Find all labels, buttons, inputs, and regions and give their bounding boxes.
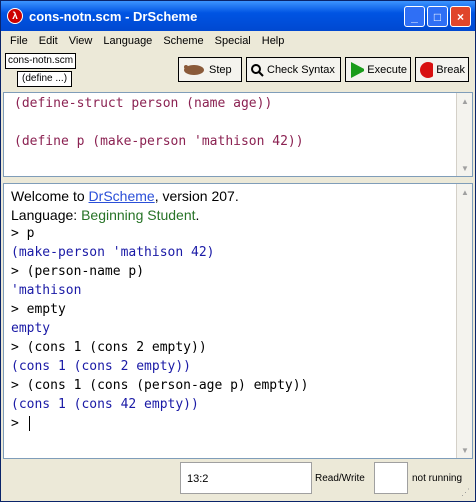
repl-input: > (cons 1 (cons (person-age p) empty)) <box>11 378 309 393</box>
running-status: not running <box>412 473 463 484</box>
repl-output: (cons 1 (cons 2 empty)) <box>11 359 192 374</box>
break-button[interactable]: Break <box>415 57 469 82</box>
repl-scrollbar[interactable]: ▲ ▼ <box>456 184 472 458</box>
repl-input: > p <box>11 226 35 241</box>
file-name-button[interactable]: cons-notn.scm <box>5 53 77 69</box>
check-syntax-label: Check Syntax <box>267 63 335 76</box>
step-label: Step <box>209 63 232 76</box>
resize-grip-icon[interactable]: ⋰ <box>461 487 473 499</box>
toolbar: cons-notn.scm (define ...) Step Check Sy… <box>1 51 475 89</box>
scroll-down-icon[interactable]: ▼ <box>457 160 473 176</box>
repl-output: empty <box>11 321 51 336</box>
play-arrow-icon <box>351 61 365 78</box>
definitions-editor[interactable]: (define-struct person (name age)) (defin… <box>3 92 473 177</box>
menu-special[interactable]: Special <box>210 35 257 47</box>
language-line: Language: Beginning Student. <box>11 207 200 223</box>
menu-language[interactable]: Language <box>98 35 158 47</box>
code-line: (define-struct person (name age)) <box>14 96 273 111</box>
repl-output: (make-person 'mathison 42) <box>11 245 215 260</box>
read-write-status: Read/Write <box>315 473 365 484</box>
repl-output: 'mathison <box>11 283 82 298</box>
scroll-down-icon[interactable]: ▼ <box>457 442 473 458</box>
menu-edit[interactable]: Edit <box>34 35 64 47</box>
magnifier-icon <box>251 63 264 77</box>
menu-file[interactable]: File <box>5 35 34 47</box>
step-button[interactable]: Step <box>178 57 242 82</box>
welcome-line: Welcome to DrScheme, version 207. <box>11 188 239 204</box>
title-bar: λ cons-notn.scm - DrScheme _ □ × <box>1 1 475 31</box>
footprint-icon <box>184 64 204 75</box>
execute-button[interactable]: Execute <box>345 57 411 82</box>
repl-prompt[interactable]: > <box>11 416 38 431</box>
editor-scrollbar[interactable]: ▲ ▼ <box>456 93 472 176</box>
drscheme-window: λ cons-notn.scm - DrScheme _ □ × File Ed… <box>0 0 476 502</box>
minimize-button[interactable]: _ <box>404 6 425 27</box>
window-title: cons-notn.scm - DrScheme <box>29 8 198 24</box>
interactions-pane[interactable]: Welcome to DrScheme, version 207. Langua… <box>3 183 473 459</box>
define-menu[interactable]: (define ...) <box>17 71 73 87</box>
menu-scheme[interactable]: Scheme <box>158 35 209 47</box>
scroll-up-icon[interactable]: ▲ <box>457 184 473 200</box>
language-name: Beginning Student <box>81 207 196 223</box>
close-button[interactable]: × <box>450 6 471 27</box>
repl-input: > empty <box>11 302 66 317</box>
status-bar: 13:2 Read/Write not running ⋰ <box>1 459 475 501</box>
gc-indicator <box>374 462 408 494</box>
menu-view[interactable]: View <box>64 35 99 47</box>
check-syntax-button[interactable]: Check Syntax <box>246 57 341 82</box>
drscheme-logo-icon: λ <box>7 8 23 24</box>
repl-output: (cons 1 (cons 42 empty)) <box>11 397 199 412</box>
menu-help[interactable]: Help <box>257 35 291 47</box>
maximize-button[interactable]: □ <box>427 6 448 27</box>
drscheme-link[interactable]: DrScheme <box>89 188 155 204</box>
repl-input: > (person-name p) <box>11 264 145 279</box>
break-label: Break <box>436 63 465 76</box>
cursor-position: 13:2 <box>180 462 312 494</box>
code-line: (define p (make-person 'mathison 42)) <box>14 134 304 149</box>
execute-label: Execute <box>367 63 407 76</box>
stop-sign-icon <box>420 61 434 78</box>
scroll-up-icon[interactable]: ▲ <box>457 93 473 109</box>
menu-bar: File Edit View Language Scheme Special H… <box>1 31 475 51</box>
repl-input: > (cons 1 (cons 2 empty)) <box>11 340 207 355</box>
